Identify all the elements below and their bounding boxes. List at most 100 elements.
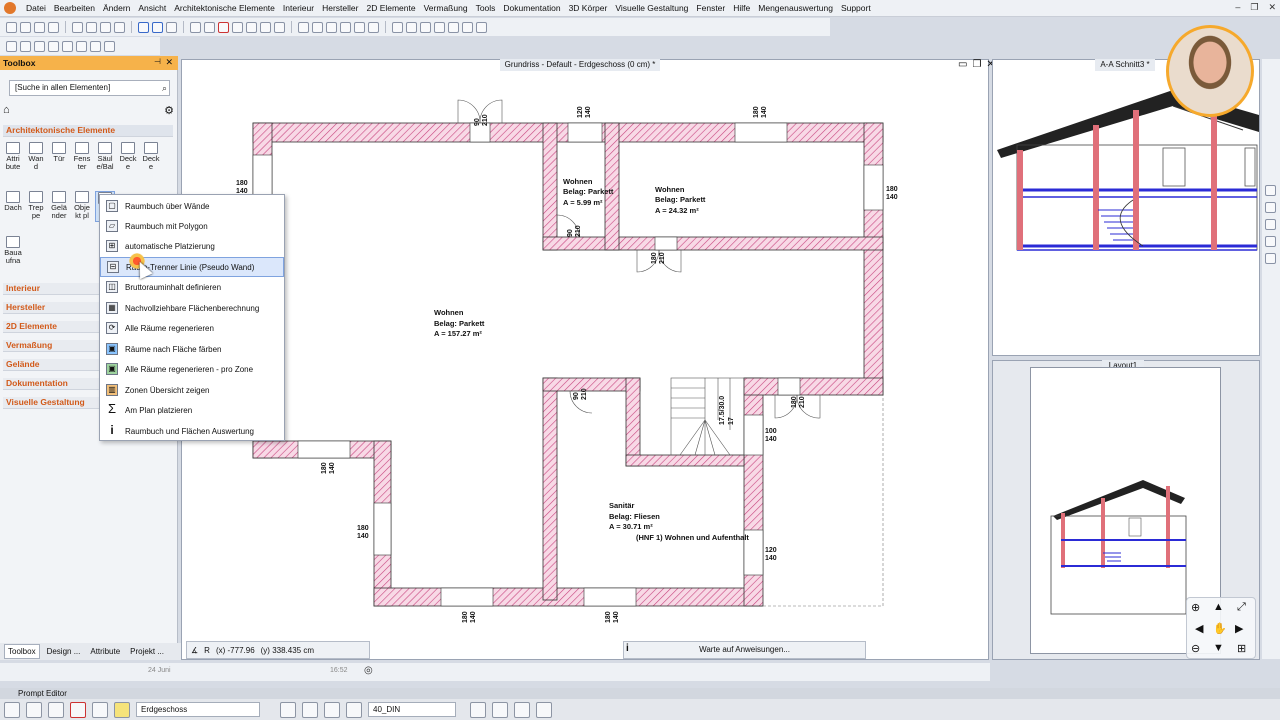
- tool-dach[interactable]: Dach: [3, 191, 23, 222]
- arrow-up-icon[interactable]: ▲: [1213, 601, 1224, 613]
- arrow-style-icon[interactable]: [514, 701, 530, 718]
- fillet-icon[interactable]: [76, 40, 87, 52]
- popup-raumbuch-waende[interactable]: ▢ Raumbuch über Wände: [100, 196, 284, 216]
- arrow-right-icon[interactable]: ▶: [1235, 622, 1243, 635]
- open-file-icon[interactable]: [20, 21, 31, 33]
- zoom-icon[interactable]: [166, 21, 177, 33]
- light-icon[interactable]: [476, 21, 487, 33]
- cut-icon[interactable]: [72, 21, 83, 33]
- undo-icon[interactable]: [138, 21, 149, 33]
- grid-view-icon[interactable]: ⊞: [1237, 642, 1246, 655]
- popup-alle-raeume-regenerieren[interactable]: ⟳ Alle Räume regenerieren: [100, 318, 284, 338]
- home-icon[interactable]: ⌂: [3, 104, 10, 116]
- rotate-icon[interactable]: [20, 40, 31, 52]
- popup-flaechenberechnung[interactable]: ▦ Nachvollziehbare Flächenberechnung: [100, 298, 284, 318]
- gear-icon[interactable]: ⚙: [164, 104, 174, 117]
- pin-icon[interactable]: ⊣: [154, 57, 161, 66]
- popup-raeume-faerben[interactable]: ▣ Räume nach Fläche färben: [100, 339, 284, 359]
- tab-projekt[interactable]: Projekt ...: [127, 645, 167, 658]
- menu-2d-elemente[interactable]: 2D Elemente: [362, 3, 419, 13]
- tool-bauaufnahme[interactable]: Baua ufna: [3, 236, 23, 265]
- relative-icon[interactable]: R: [204, 646, 210, 655]
- floor-up-icon[interactable]: [280, 701, 296, 718]
- menu-datei[interactable]: Datei: [22, 3, 50, 13]
- offset-icon[interactable]: [62, 40, 73, 52]
- document-icon[interactable]: [92, 701, 108, 718]
- tool-attribute[interactable]: Attri bute: [3, 142, 23, 171]
- copy-icon[interactable]: [86, 21, 97, 33]
- trim-icon[interactable]: [354, 21, 365, 33]
- tool-objekt[interactable]: Obje kt pl: [72, 191, 92, 222]
- floor-down-icon[interactable]: [302, 701, 318, 718]
- line-color-icon[interactable]: [470, 701, 486, 718]
- hand-icon[interactable]: ✋: [1213, 622, 1227, 635]
- restore-icon[interactable]: ❐: [1250, 2, 1258, 13]
- settings-icon[interactable]: [4, 701, 20, 718]
- zoom-in-icon[interactable]: [1265, 202, 1276, 213]
- menu-hersteller[interactable]: Hersteller: [318, 3, 362, 13]
- menu-architektonische-elemente[interactable]: Architektonische Elemente: [170, 3, 279, 13]
- tool-fenster[interactable]: Fens ter: [72, 142, 92, 171]
- mirror-icon[interactable]: [34, 40, 45, 52]
- tool-treppe[interactable]: Trep pe: [26, 191, 46, 222]
- menu-dokumentation[interactable]: Dokumentation: [499, 3, 564, 13]
- floor-highlight-icon[interactable]: [114, 701, 130, 718]
- popup-raumbuch-polygon[interactable]: ▱ Raumbuch mit Polygon: [100, 216, 284, 236]
- toolbox-search-input[interactable]: [Suche in allen Elementen]: [9, 80, 170, 96]
- menu-visuelle-gestaltung[interactable]: Visuelle Gestaltung: [611, 3, 692, 13]
- restore-icon[interactable]: ❐: [972, 59, 981, 70]
- menu-3d-koerper[interactable]: 3D Körper: [565, 3, 612, 13]
- hatch-icon[interactable]: [434, 21, 445, 33]
- layer-icon[interactable]: [392, 21, 403, 33]
- fit-view-icon[interactable]: ⤢: [1237, 601, 1246, 614]
- line-style-icon[interactable]: [492, 701, 508, 718]
- fit-icon[interactable]: [1265, 253, 1276, 264]
- ortho-icon[interactable]: [326, 21, 337, 33]
- eyedropper-icon[interactable]: [204, 21, 215, 33]
- save-icon[interactable]: [34, 21, 45, 33]
- zoom-out-icon[interactable]: [1265, 219, 1276, 230]
- menu-support[interactable]: Support: [837, 3, 875, 13]
- fill-icon[interactable]: [448, 21, 459, 33]
- join-icon[interactable]: [104, 40, 115, 52]
- pan-icon[interactable]: [1265, 236, 1276, 247]
- tab-design[interactable]: Design ...: [44, 645, 84, 658]
- popup-raumbuch-auswertung[interactable]: i Raumbuch und Flächen Auswertung: [100, 421, 284, 441]
- 3d-icon[interactable]: [324, 701, 340, 718]
- prompt-editor-label[interactable]: Prompt Editor: [0, 688, 1280, 699]
- chamfer-icon[interactable]: [90, 40, 101, 52]
- menu-interieur[interactable]: Interieur: [279, 3, 318, 13]
- menu-ansicht[interactable]: Ansicht: [134, 3, 170, 13]
- extend-icon[interactable]: [368, 21, 379, 33]
- popup-am-plan-platzieren[interactable]: Σ Am Plan platzieren: [100, 400, 284, 420]
- globe-icon[interactable]: ◎: [364, 665, 373, 676]
- angle-icon[interactable]: [340, 21, 351, 33]
- popup-auto-platzierung[interactable]: ⊞ automatische Platzierung: [100, 236, 284, 256]
- pen-icon[interactable]: [406, 21, 417, 33]
- tool-gelaender[interactable]: Gelä nder: [49, 191, 69, 222]
- tool-tuer[interactable]: Tür: [49, 142, 69, 171]
- menu-fenster[interactable]: Fenster: [692, 3, 729, 13]
- paint-icon[interactable]: [346, 701, 362, 718]
- split-icon[interactable]: [274, 21, 285, 33]
- popup-regenerieren-pro-zone[interactable]: ▣ Alle Räume regenerieren - pro Zone: [100, 359, 284, 379]
- zoom-in-icon[interactable]: ⊕: [1191, 601, 1200, 614]
- pen-select[interactable]: 40_DIN: [368, 702, 456, 717]
- magnet-icon[interactable]: [70, 701, 86, 718]
- floor-select[interactable]: Erdgeschoss: [136, 702, 260, 717]
- render-icon[interactable]: [462, 21, 473, 33]
- minimize-icon[interactable]: ▭: [958, 59, 967, 70]
- menu-mengenauswertung[interactable]: Mengenauswertung: [754, 3, 837, 13]
- delete-icon[interactable]: [114, 21, 125, 33]
- grid-icon[interactable]: [312, 21, 323, 33]
- popup-zonen-uebersicht[interactable]: ▥ Zonen Übersicht zeigen: [100, 380, 284, 400]
- tool-decke[interactable]: Deck e: [118, 142, 138, 171]
- print-icon[interactable]: [48, 21, 59, 33]
- close-icon[interactable]: ✕: [1268, 2, 1276, 13]
- frame-icon[interactable]: [536, 701, 552, 718]
- pencil-icon[interactable]: [190, 21, 201, 33]
- menu-bearbeiten[interactable]: Bearbeiten: [50, 3, 99, 13]
- text-icon[interactable]: [232, 21, 243, 33]
- arrow-down-icon[interactable]: ▼: [1213, 642, 1224, 654]
- tool-decke-2[interactable]: Deck e: [141, 142, 161, 171]
